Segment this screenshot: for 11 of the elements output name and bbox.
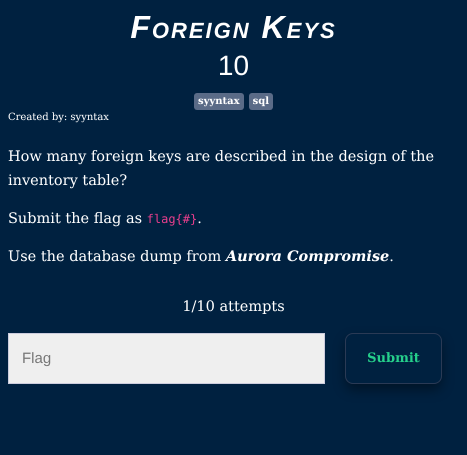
author-text: Created by: syyntax [8,112,110,123]
challenge-title: Foreign Keys [130,8,337,46]
description-paragraph: Submit the flag as flag{#}. [8,210,203,229]
description-paragraph: How many foreign keys are described in the design of the inventory table? [8,148,436,191]
attempts-count: 1/10 attempts [181,299,286,315]
flag-input-field[interactable]: Flag [8,333,325,384]
point-value: 10 [218,49,250,83]
submit-button[interactable]: Submit [345,333,442,384]
tag: sql [248,93,273,110]
tag: syyntax [194,93,244,110]
description-paragraph: Use the database dump from Aurora Compromise. [8,247,395,267]
